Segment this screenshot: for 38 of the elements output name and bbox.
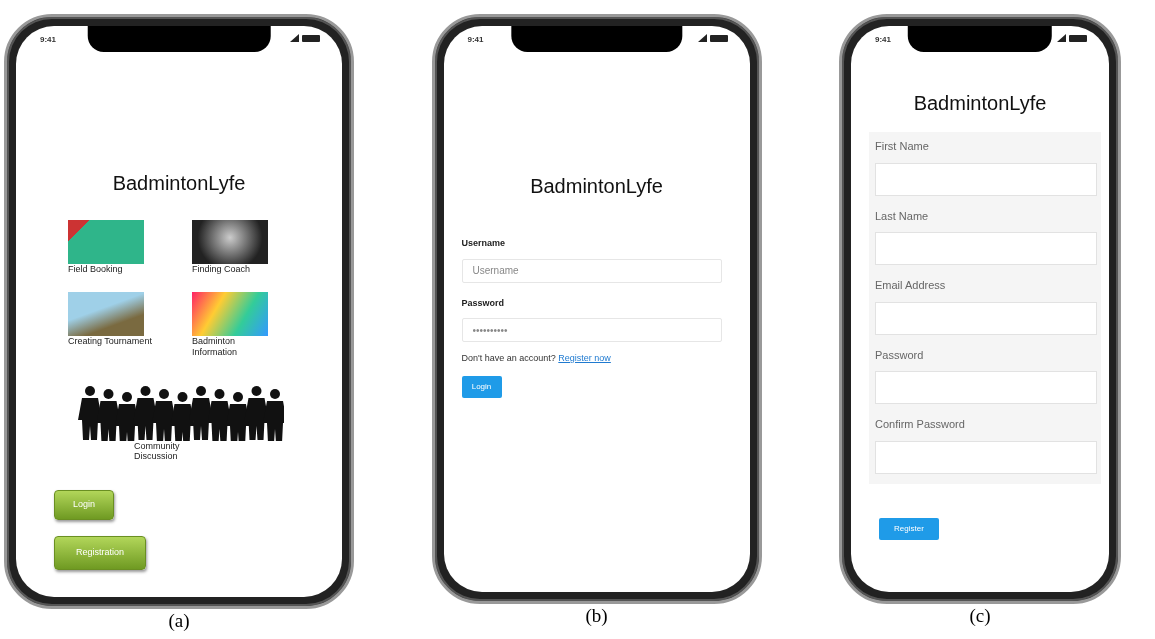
field-label: Username [461,237,507,250]
field-label: Password [461,296,506,310]
tile-label: Badminton Information [192,336,239,358]
signal-battery-icon [697,34,728,42]
figure-caption: (b) [585,606,608,627]
status-time: 9:41 [875,34,891,46]
figure-caption: (a) [168,611,190,632]
input-field[interactable] [875,440,1097,474]
input-field[interactable] [875,162,1097,196]
tile-label: Creating Tournament [68,336,152,347]
field-label: Last Name [875,208,930,224]
app-title: BadmintonLyfe [111,171,247,196]
register-link[interactable]: Register now [558,353,611,363]
field-label: Confirm Password [875,417,966,432]
input-field[interactable] [875,301,1097,335]
tile-label: Finding Coach [192,264,251,275]
app-title: BadmintonLyfe [529,174,664,199]
field-label: Password [875,347,925,363]
tile-label: Field Booking [68,264,123,275]
menu-tile[interactable]: Field Booking [68,220,192,275]
app-title: BadmintonLyfe [912,91,1048,116]
menu-tile[interactable]: Finding Coach [192,220,316,275]
field-label: First Name [875,139,930,154]
account-prompt: Don't have an account? [461,353,556,363]
menu-tile[interactable]: Badminton Information [192,292,316,358]
input-field[interactable] [875,371,1097,404]
community-label: Community Discussion [134,441,181,462]
field-label: Email Address [875,278,947,293]
figure-caption: (c) [969,606,991,627]
status-time: 9:41 [467,34,484,46]
community-tile[interactable]: Community Discussion [16,383,342,462]
input-field[interactable]: •••••••••• [461,318,722,342]
signal-battery-icon [290,34,320,42]
input-field[interactable] [875,232,1097,265]
input-field[interactable]: Username [461,258,722,283]
menu-tile[interactable]: Creating Tournament [68,292,192,358]
signal-battery-icon [1057,34,1087,42]
status-time: 9:41 [40,34,56,46]
